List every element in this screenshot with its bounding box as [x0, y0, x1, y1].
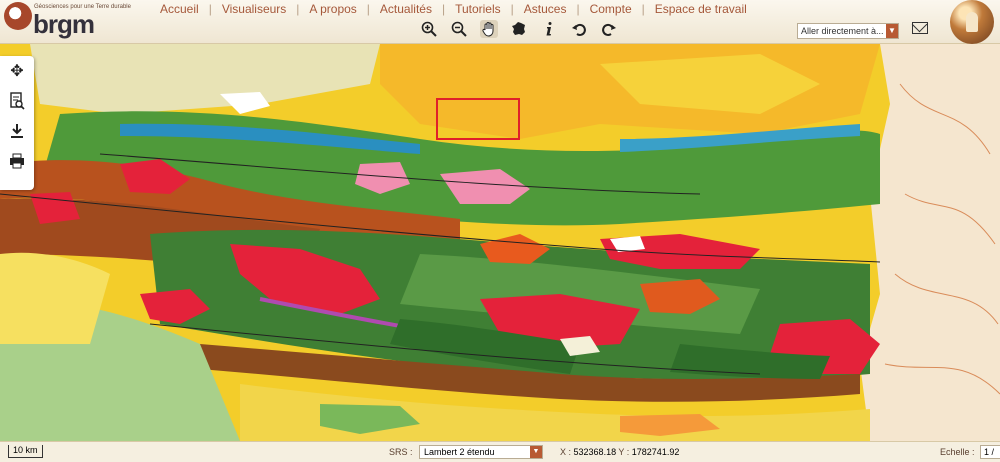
- echelle-input[interactable]: 1 /: [980, 445, 1000, 459]
- france-map-icon[interactable]: [510, 20, 528, 38]
- y-label: Y :: [618, 447, 630, 457]
- echelle-label: Echelle :: [940, 447, 975, 457]
- srs-label: SRS :: [389, 447, 413, 457]
- nav-separator: |: [208, 2, 212, 16]
- mail-icon[interactable]: [912, 22, 928, 34]
- zoom-out-icon[interactable]: [450, 20, 468, 38]
- undo-icon[interactable]: [570, 20, 588, 38]
- srs-select[interactable]: Lambert 2 étendu ▼: [419, 445, 543, 459]
- srs-select-value: Lambert 2 étendu: [424, 447, 495, 457]
- brgm-logo-mark: [4, 2, 32, 30]
- globe-avatar-icon[interactable]: [950, 0, 994, 44]
- zoom-in-icon[interactable]: [420, 20, 438, 38]
- download-icon[interactable]: [0, 116, 34, 146]
- move-arrows-icon[interactable]: ✥: [0, 56, 34, 86]
- chevron-down-icon[interactable]: ▼: [530, 446, 542, 458]
- nav-actualites[interactable]: Actualités: [380, 2, 432, 16]
- nav-espace-de-travail[interactable]: Espace de travail: [655, 2, 747, 16]
- info-icon[interactable]: [540, 20, 558, 38]
- geological-map[interactable]: ➤: [0, 44, 1000, 441]
- nav-tutoriels[interactable]: Tutoriels: [455, 2, 501, 16]
- nav-visualiseurs[interactable]: Visualiseurs: [222, 2, 286, 16]
- nav-compte[interactable]: Compte: [590, 2, 632, 16]
- nav-separator: |: [510, 2, 514, 16]
- redo-icon[interactable]: [600, 20, 618, 38]
- chevron-down-icon[interactable]: ▼: [886, 24, 898, 38]
- nav-separator: |: [296, 2, 300, 16]
- nav-astuces[interactable]: Astuces: [524, 2, 567, 16]
- y-value: 1782741.92: [631, 447, 680, 457]
- map-toolbar: [420, 20, 618, 38]
- header: Géosciences pour une Terre durable brgm …: [0, 0, 1000, 44]
- scale-bar: 10 km: [8, 445, 43, 458]
- nav-accueil[interactable]: Accueil: [160, 2, 199, 16]
- nav-separator: |: [366, 2, 370, 16]
- goto-select-value: Aller directement à...: [801, 26, 884, 36]
- x-label: X :: [560, 447, 572, 457]
- nav-separator: |: [576, 2, 580, 16]
- hand-icon[interactable]: [480, 20, 498, 38]
- print-icon[interactable]: [0, 146, 34, 176]
- brgm-logo[interactable]: Géosciences pour une Terre durable brgm: [0, 0, 140, 44]
- nav-separator: |: [641, 2, 645, 16]
- status-bar: 10 km SRS : Lambert 2 étendu ▼ X : 53236…: [0, 441, 1000, 462]
- side-toolbar: ✥: [0, 56, 34, 190]
- nav-separator: |: [441, 2, 446, 16]
- goto-select[interactable]: Aller directement à... ▼: [797, 23, 899, 39]
- x-value: 532368.18: [573, 447, 617, 457]
- nav-a-propos[interactable]: A propos: [309, 2, 356, 16]
- search-document-icon[interactable]: [0, 86, 34, 116]
- brgm-name: brgm: [33, 9, 95, 39]
- main-nav: Accueil | Visualiseurs | A propos | Actu…: [160, 2, 747, 16]
- coordinates-readout: X : 532368.18 Y : 1782741.92: [560, 447, 679, 457]
